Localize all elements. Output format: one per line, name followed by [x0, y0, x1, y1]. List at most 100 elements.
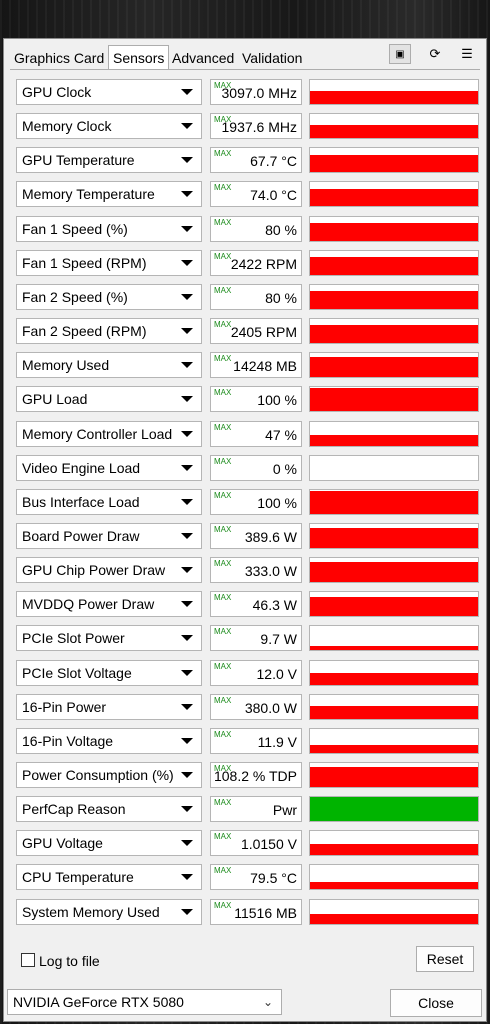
sensor-select[interactable]: GPU Chip Power Draw [16, 557, 202, 583]
max-tag: MAX [214, 525, 232, 534]
sensor-value-box: MAX 108.2 % TDP [210, 762, 302, 788]
sensor-value-box: MAX 1937.6 MHz [210, 113, 302, 139]
graph-fill [310, 744, 478, 753]
sensor-select[interactable]: Memory Controller Load [16, 421, 202, 447]
sensor-row: Memory Used MAX 14248 MB [16, 352, 480, 382]
sensor-value: 11516 MB [234, 905, 297, 921]
sensor-value: 14248 MB [233, 358, 297, 374]
sensor-row: Fan 2 Speed (RPM) MAX 2405 RPM [16, 318, 480, 348]
sensor-graph [309, 660, 479, 686]
sensor-select[interactable]: PCIe Slot Power [16, 625, 202, 651]
sensor-value: 380.0 W [244, 700, 297, 716]
sensor-row: Memory Temperature MAX 74.0 °C [16, 181, 480, 211]
graph-fill [310, 325, 478, 343]
sensor-value: 389.6 W [244, 529, 297, 545]
tab-advanced[interactable]: Advanced [168, 47, 238, 69]
sensor-label: GPU Load [22, 391, 88, 407]
sensor-value-box: MAX 100 % [210, 489, 302, 515]
dropdown-arrow-icon [181, 670, 193, 676]
sensor-select[interactable]: PCIe Slot Voltage [16, 660, 202, 686]
sensor-label: Memory Controller Load [22, 426, 173, 442]
sensor-value: Pwr [272, 802, 297, 818]
max-tag: MAX [214, 457, 232, 466]
max-tag: MAX [214, 149, 232, 158]
graph-fill [310, 90, 478, 104]
sensor-row: Memory Controller Load MAX 47 % [16, 421, 480, 451]
sensor-graph [309, 796, 479, 822]
sensor-label: Video Engine Load [22, 460, 141, 476]
sensor-select[interactable]: Memory Clock [16, 113, 202, 139]
graph-fill [310, 561, 478, 582]
sensor-value: 100 % [257, 495, 297, 511]
max-tag: MAX [214, 901, 232, 910]
tab-graphics-card[interactable]: Graphics Card [10, 47, 108, 69]
sensor-value: 11.9 V [257, 734, 297, 750]
sensor-select[interactable]: Memory Used [16, 352, 202, 378]
sensor-select[interactable]: Video Engine Load [16, 455, 202, 481]
sensor-select[interactable]: GPU Load [16, 386, 202, 412]
gpu-select[interactable]: NVIDIA GeForce RTX 5080 ⌄ [7, 989, 282, 1015]
sensor-select[interactable]: Fan 2 Speed (RPM) [16, 318, 202, 344]
sensor-value-box: MAX 2405 RPM [210, 318, 302, 344]
sensor-select[interactable]: Fan 2 Speed (%) [16, 284, 202, 310]
sensor-graph [309, 591, 479, 617]
sensor-value-box: MAX 100 % [210, 386, 302, 412]
sensor-label: Memory Clock [22, 118, 112, 134]
sensor-select[interactable]: 16-Pin Power [16, 694, 202, 720]
sensor-value: 12.0 V [256, 666, 297, 682]
sensor-graph [309, 216, 479, 242]
sensor-value-box: MAX Pwr [210, 796, 302, 822]
log-to-file-checkbox[interactable] [21, 953, 35, 967]
sensor-select[interactable]: GPU Clock [16, 79, 202, 105]
sensor-value: 80 % [265, 290, 297, 306]
sensor-select[interactable]: Bus Interface Load [16, 489, 202, 515]
sensor-row: CPU Temperature MAX 79.5 °C [16, 864, 480, 894]
sensor-value: 9.7 W [260, 631, 297, 647]
sensor-select[interactable]: GPU Temperature [16, 147, 202, 173]
sensor-select[interactable]: Fan 1 Speed (RPM) [16, 250, 202, 276]
sensor-graph [309, 318, 479, 344]
sensor-select[interactable]: 16-Pin Voltage [16, 728, 202, 754]
max-tag: MAX [214, 559, 232, 568]
tab-validation[interactable]: Validation [238, 47, 306, 69]
dropdown-arrow-icon [181, 191, 193, 197]
graph-fill [310, 257, 478, 275]
sensor-row: Board Power Draw MAX 389.6 W [16, 523, 480, 553]
sensor-graph [309, 181, 479, 207]
max-tag: MAX [214, 354, 232, 363]
tab-sensors[interactable]: Sensors [108, 45, 170, 69]
max-tag: MAX [214, 730, 232, 739]
sensor-select[interactable]: CPU Temperature [16, 864, 202, 890]
sensor-select[interactable]: PerfCap Reason [16, 796, 202, 822]
max-tag: MAX [214, 320, 232, 329]
sensor-graph [309, 557, 479, 583]
sensor-row: GPU Load MAX 100 % [16, 386, 480, 416]
sensor-value: 108.2 % TDP [213, 768, 297, 784]
sensor-label: Bus Interface Load [22, 494, 140, 510]
sensor-select[interactable]: System Memory Used [16, 899, 202, 925]
graph-fill [310, 124, 478, 138]
sensor-graph [309, 386, 479, 412]
graph-fill [310, 491, 478, 514]
sensor-value-box: MAX 11516 MB [210, 899, 302, 925]
sensor-select[interactable]: Power Consumption (%) [16, 762, 202, 788]
sensor-graph [309, 830, 479, 856]
sensor-value: 2405 RPM [230, 324, 297, 340]
sensor-row: Fan 1 Speed (%) MAX 80 % [16, 216, 480, 246]
max-tag: MAX [214, 798, 232, 807]
reset-button[interactable]: Reset [416, 946, 474, 972]
refresh-icon[interactable]: ⟳ [424, 44, 446, 64]
sensor-value: 100 % [257, 392, 297, 408]
max-tag: MAX [214, 218, 232, 227]
sensor-select[interactable]: Memory Temperature [16, 181, 202, 207]
sensor-row: GPU Temperature MAX 67.7 °C [16, 147, 480, 177]
camera-icon[interactable]: ▣ [389, 44, 411, 64]
graph-fill [310, 646, 478, 650]
sensor-select[interactable]: Fan 1 Speed (%) [16, 216, 202, 242]
close-button[interactable]: Close [390, 989, 482, 1017]
dropdown-arrow-icon [181, 328, 193, 334]
sensor-select[interactable]: MVDDQ Power Draw [16, 591, 202, 617]
sensor-select[interactable]: Board Power Draw [16, 523, 202, 549]
menu-icon[interactable]: ☰ [456, 44, 478, 64]
sensor-select[interactable]: GPU Voltage [16, 830, 202, 856]
